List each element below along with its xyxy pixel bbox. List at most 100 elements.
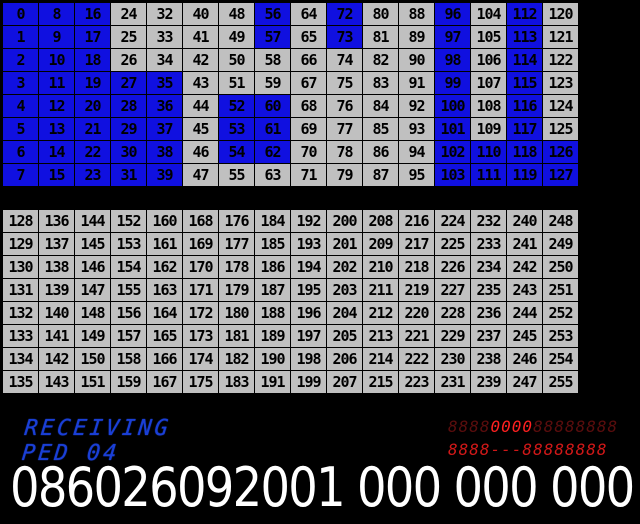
grid-cell: 6	[3, 141, 38, 163]
grid-cell: 91	[399, 72, 434, 94]
grid-cell: 39	[147, 164, 182, 186]
grid-cell: 156	[111, 302, 146, 324]
grid-cell: 105	[471, 26, 506, 48]
grid-cell: 144	[75, 210, 110, 232]
grid-cell: 168	[183, 210, 218, 232]
grid-cell: 69	[291, 118, 326, 140]
grid-cell: 52	[219, 95, 254, 117]
grid-cell: 29	[111, 118, 146, 140]
grid-cell: 43	[183, 72, 218, 94]
grid-cell: 107	[471, 72, 506, 94]
grid-cell: 206	[327, 348, 362, 370]
grid-cell: 190	[255, 348, 290, 370]
grid-cell: 251	[543, 279, 578, 301]
bit-grid-bottom: 128 136 144 152 160 168 176 184 192 200 208 216 224 2…	[3, 210, 578, 393]
grid-cell: 246	[507, 348, 542, 370]
grid-cell: 104	[471, 3, 506, 25]
grid-cell: 113	[507, 26, 542, 48]
grid-cell: 127	[543, 164, 578, 186]
grid-cell: 70	[291, 141, 326, 163]
grid-cell: 101	[435, 118, 470, 140]
grid-cell: 72	[327, 3, 362, 25]
grid-cell: 9	[39, 26, 74, 48]
grid-cell: 250	[543, 256, 578, 278]
grid-cell: 25	[111, 26, 146, 48]
grid-cell: 148	[75, 302, 110, 324]
grid-cell: 164	[147, 302, 182, 324]
grid-cell: 15	[39, 164, 74, 186]
grid-cell: 181	[219, 325, 254, 347]
grid-cell: 37	[147, 118, 182, 140]
grid-cell: 16	[75, 3, 110, 25]
grid-cell: 88	[399, 3, 434, 25]
grid-cell: 28	[111, 95, 146, 117]
grid-cell: 124	[543, 95, 578, 117]
grid-cell: 118	[507, 141, 542, 163]
grid-cell: 0	[3, 3, 38, 25]
grid-cell: 40	[183, 3, 218, 25]
grid-cell: 252	[543, 302, 578, 324]
grid-cell: 155	[111, 279, 146, 301]
grid-cell: 55	[219, 164, 254, 186]
grid-cell: 54	[219, 141, 254, 163]
grid-cell: 228	[435, 302, 470, 324]
grid-cell: 27	[111, 72, 146, 94]
grid-cell: 231	[435, 371, 470, 393]
grid-cell: 75	[327, 72, 362, 94]
grid-cell: 129	[3, 233, 38, 255]
grid-cell: 185	[255, 233, 290, 255]
grid-cell: 123	[543, 72, 578, 94]
grid-cell: 5	[3, 118, 38, 140]
grid-cell: 158	[111, 348, 146, 370]
grid-cell: 139	[39, 279, 74, 301]
grid-cell: 10	[39, 49, 74, 71]
grid-cell: 50	[219, 49, 254, 71]
grid-cell: 68	[291, 95, 326, 117]
grid-cell: 193	[291, 233, 326, 255]
grid-cell: 22	[75, 141, 110, 163]
grid-cell: 96	[435, 3, 470, 25]
grid-cell: 53	[219, 118, 254, 140]
grid-cell: 218	[399, 256, 434, 278]
grid-cell: 84	[363, 95, 398, 117]
grid-cell: 110	[471, 141, 506, 163]
grid-cell: 62	[255, 141, 290, 163]
grid-cell: 215	[363, 371, 398, 393]
grid-cell: 20	[75, 95, 110, 117]
grid-cell: 244	[507, 302, 542, 324]
grid-cell: 177	[219, 233, 254, 255]
grid-cell: 198	[291, 348, 326, 370]
grid-cell: 89	[399, 26, 434, 48]
grid-cell: 153	[111, 233, 146, 255]
grid-cell: 19	[75, 72, 110, 94]
grid-cell: 182	[219, 348, 254, 370]
grid-cell: 116	[507, 95, 542, 117]
grid-cell: 222	[399, 348, 434, 370]
grid-cell: 150	[75, 348, 110, 370]
grid-cell: 115	[507, 72, 542, 94]
grid-cell: 31	[111, 164, 146, 186]
grid-cell: 255	[543, 371, 578, 393]
grid-cell: 163	[147, 279, 182, 301]
grid-cell: 149	[75, 325, 110, 347]
grid-cell: 34	[147, 49, 182, 71]
grid-cell: 63	[255, 164, 290, 186]
grid-cell: 2	[3, 49, 38, 71]
grid-cell: 239	[471, 371, 506, 393]
grid-cell: 233	[471, 233, 506, 255]
grid-cell: 229	[435, 325, 470, 347]
status-banner: RECEIVING PED 04	[20, 416, 173, 466]
grid-cell: 4	[3, 95, 38, 117]
grid-cell: 161	[147, 233, 182, 255]
grid-cell: 71	[291, 164, 326, 186]
grid-cell: 95	[399, 164, 434, 186]
grid-cell: 192	[291, 210, 326, 232]
grid-cell: 219	[399, 279, 434, 301]
grid-cell: 64	[291, 3, 326, 25]
grid-cell: 241	[507, 233, 542, 255]
grid-cell: 172	[183, 302, 218, 324]
grid-cell: 56	[255, 3, 290, 25]
grid-cell: 98	[435, 49, 470, 71]
grid-cell: 169	[183, 233, 218, 255]
grid-cell: 1	[3, 26, 38, 48]
